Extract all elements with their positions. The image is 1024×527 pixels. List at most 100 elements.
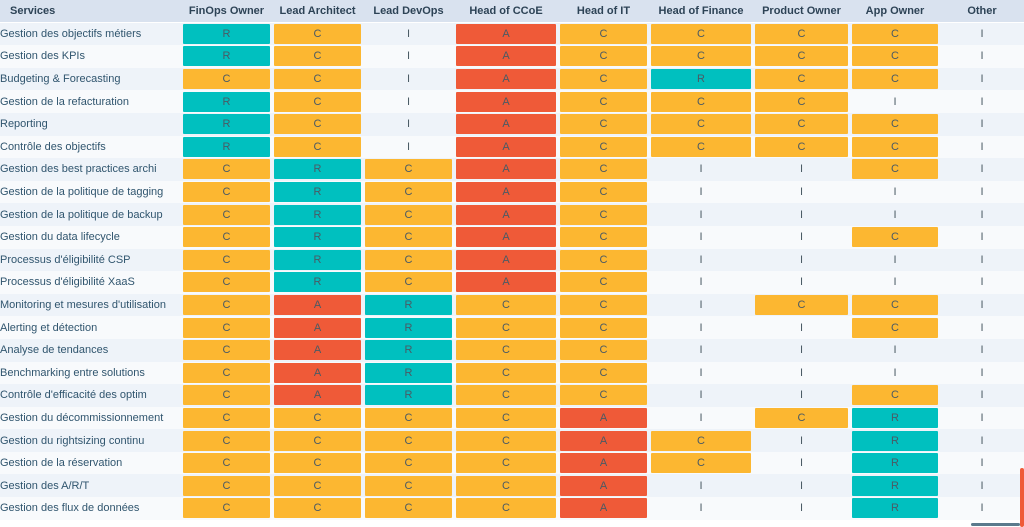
raci-cell[interactable]: R [272,203,363,226]
raci-cell[interactable]: C [181,316,272,339]
raci-cell[interactable]: C [558,225,649,249]
raci-cell[interactable]: C [753,45,850,68]
raci-cell[interactable]: I [753,248,850,272]
raci-cell[interactable]: C [181,361,272,385]
raci-cell[interactable]: C [363,271,454,294]
raci-cell[interactable]: C [454,384,558,407]
table-row[interactable]: Gestion des A/R/T C C C C A I I R I [0,474,1024,498]
raci-cell[interactable]: A [272,293,363,317]
raci-cell[interactable]: C [272,22,363,46]
raci-cell[interactable]: C [850,158,940,181]
raci-cell[interactable]: I [940,90,1024,113]
raci-cell[interactable]: C [363,180,454,204]
raci-cell[interactable]: C [272,112,363,136]
raci-cell[interactable]: R [181,112,272,136]
raci-cell[interactable]: R [363,384,454,407]
raci-cell[interactable]: C [363,225,454,249]
raci-cell[interactable]: I [753,271,850,294]
raci-cell[interactable]: C [181,271,272,294]
column-header-finops-owner[interactable]: FinOps Owner [181,0,272,23]
raci-cell[interactable]: C [363,203,454,226]
raci-cell[interactable]: I [850,203,940,226]
raci-cell[interactable]: I [940,180,1024,204]
column-header-product-owner[interactable]: Product Owner [753,0,850,23]
raci-cell[interactable]: I [940,361,1024,385]
column-header-services[interactable]: Services [0,0,181,23]
raci-cell[interactable]: I [363,135,454,159]
raci-cell[interactable]: C [649,135,753,159]
column-header-app-owner[interactable]: App Owner [850,0,940,23]
raci-cell[interactable]: C [454,429,558,452]
raci-cell[interactable]: R [272,248,363,272]
raci-cell[interactable]: A [454,248,558,272]
raci-cell[interactable]: I [363,22,454,46]
raci-cell[interactable]: A [272,384,363,407]
raci-cell[interactable]: A [272,361,363,385]
vertical-scrollbar[interactable] [1019,0,1024,527]
raci-cell[interactable]: C [558,316,649,339]
raci-cell[interactable]: I [940,203,1024,226]
raci-cell[interactable]: C [181,338,272,362]
raci-cell[interactable]: I [940,158,1024,181]
raci-cell[interactable]: R [272,271,363,294]
raci-cell[interactable]: C [454,474,558,498]
raci-cell[interactable]: I [940,316,1024,339]
raci-cell[interactable]: R [363,338,454,362]
raci-cell[interactable]: I [940,135,1024,159]
raci-cell[interactable]: R [649,67,753,91]
raci-cell[interactable]: C [649,451,753,475]
column-header-head-of-it[interactable]: Head of IT [558,0,649,23]
raci-cell[interactable]: C [363,429,454,452]
raci-cell[interactable]: I [753,429,850,452]
raci-cell[interactable]: R [181,135,272,159]
raci-cell[interactable]: A [454,135,558,159]
table-row[interactable]: Gestion de la politique de backup C R C A C I I… [0,203,1024,226]
column-header-head-of-finance[interactable]: Head of Finance [649,0,753,23]
raci-cell[interactable]: I [940,112,1024,136]
raci-cell[interactable]: R [363,361,454,385]
raci-cell[interactable]: C [850,316,940,339]
raci-cell[interactable]: C [181,67,272,91]
raci-cell[interactable]: C [558,22,649,46]
raci-cell[interactable]: C [181,293,272,317]
raci-cell[interactable]: C [363,474,454,498]
raci-cell[interactable]: I [753,203,850,226]
raci-cell[interactable]: R [272,180,363,204]
raci-cell[interactable]: C [272,135,363,159]
raci-cell[interactable]: I [850,361,940,385]
raci-cell[interactable]: I [753,361,850,385]
raci-cell[interactable]: R [850,429,940,452]
raci-cell[interactable]: I [649,384,753,407]
raci-cell[interactable]: C [363,451,454,475]
vertical-scrollbar-thumb[interactable] [1020,468,1024,527]
raci-cell[interactable]: C [181,451,272,475]
raci-cell[interactable]: C [363,248,454,272]
raci-cell[interactable]: C [272,67,363,91]
raci-cell[interactable]: I [649,361,753,385]
raci-cell[interactable]: C [649,22,753,46]
raci-cell[interactable]: C [272,45,363,68]
raci-cell[interactable]: I [649,225,753,249]
table-row[interactable]: Gestion du rightsizing continu C C C C A C I R I [0,429,1024,452]
table-row[interactable]: Processus d'éligibilité XaaS C R C A C I I I I [0,271,1024,294]
raci-cell[interactable]: I [649,316,753,339]
raci-cell[interactable]: I [940,429,1024,452]
raci-cell[interactable]: C [558,180,649,204]
raci-cell[interactable]: C [558,361,649,385]
raci-cell[interactable]: I [940,67,1024,91]
raci-cell[interactable]: C [181,384,272,407]
raci-cell[interactable]: I [850,248,940,272]
raci-cell[interactable]: I [940,225,1024,249]
raci-cell[interactable]: C [649,429,753,452]
raci-cell[interactable]: C [753,67,850,91]
raci-cell[interactable]: R [363,293,454,317]
raci-cell[interactable]: I [940,22,1024,46]
raci-cell[interactable]: C [363,158,454,181]
raci-cell[interactable]: A [558,497,649,520]
raci-cell[interactable]: I [753,225,850,249]
raci-cell[interactable]: A [454,22,558,46]
raci-cell[interactable]: I [753,451,850,475]
raci-cell[interactable]: R [181,22,272,46]
raci-cell[interactable]: I [363,67,454,91]
raci-cell[interactable]: C [558,45,649,68]
